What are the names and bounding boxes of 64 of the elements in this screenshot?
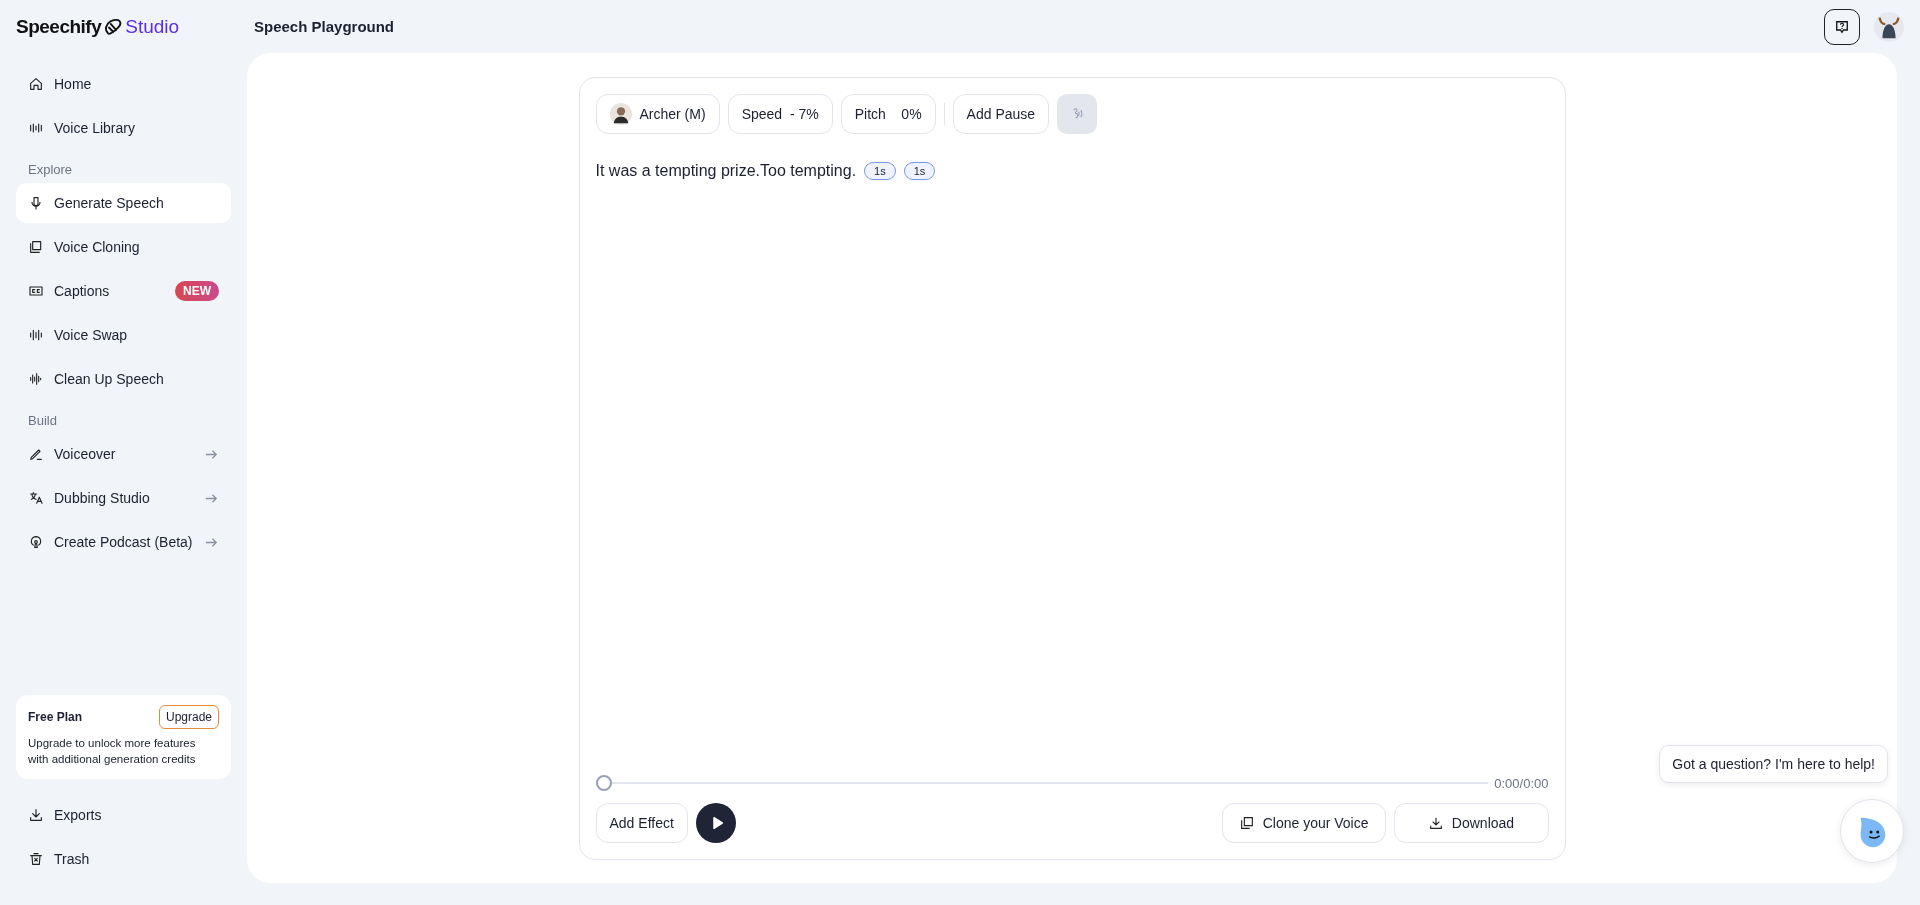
nav-label: Home	[54, 76, 92, 92]
download-icon	[1427, 815, 1444, 831]
nav-label: Captions	[54, 283, 110, 299]
nav-item[interactable]: Captions NEW	[16, 271, 231, 311]
help-button[interactable]	[1824, 8, 1860, 45]
nav-label: Voice Cloning	[54, 239, 140, 255]
nav-item[interactable]: Trash	[16, 839, 231, 879]
nav-item[interactable]: Create Podcast (Beta)	[16, 522, 231, 562]
progress-thumb[interactable]	[595, 775, 612, 791]
plan-description: Upgrade to unlock more features with additional generation credits	[28, 736, 197, 767]
nav-label: Clean Up Speech	[54, 371, 164, 387]
help-bubble: Got a question? I'm here to help!	[1659, 745, 1888, 783]
nav-label: Voice Library	[54, 120, 135, 136]
section-heading: Build	[27, 412, 58, 430]
voice-button[interactable]: Archer (M)	[595, 94, 720, 134]
profile-avatar[interactable]	[1874, 11, 1904, 42]
nav-item[interactable]: Generate Speech	[16, 183, 231, 223]
nav-item[interactable]: Voice Library	[16, 108, 231, 148]
nav-item[interactable]: Voice Cloning	[16, 227, 231, 267]
nav-label: Voice Swap	[54, 327, 128, 343]
pitch-button[interactable]: Pitch 0%	[840, 94, 936, 134]
copy-icon	[1238, 815, 1255, 831]
nav-icon	[28, 239, 44, 255]
section-heading: Explore	[27, 161, 74, 179]
nav-icon	[28, 490, 44, 506]
add-pause-button[interactable]: Add Pause	[952, 94, 1050, 134]
time-readout: 0:00/0:00	[1494, 775, 1549, 791]
nav-icon	[28, 807, 44, 823]
clone-voice-button[interactable]: Clone your Voice	[1221, 803, 1386, 843]
nav-icon	[28, 283, 44, 299]
nav-label: Dubbing Studio	[54, 490, 150, 506]
script-text: It was a tempting prize.Too tempting.	[595, 162, 857, 180]
nav-item[interactable]: Dubbing Studio	[16, 478, 231, 518]
add-effect-button[interactable]: Add Effect	[595, 803, 688, 843]
nav-icon	[28, 446, 44, 462]
brand-name: Speechify	[16, 15, 102, 38]
nav-icon	[28, 76, 44, 92]
download-button[interactable]: Download	[1393, 803, 1549, 843]
nav-label: Exports	[54, 807, 102, 823]
nav-item[interactable]: Home	[16, 64, 231, 104]
product-name: Studio	[125, 15, 180, 38]
nav-item[interactable]: Clean Up Speech	[16, 359, 231, 399]
nav-icon	[28, 371, 44, 387]
nav-label: Generate Speech	[54, 195, 164, 211]
page-title: Speech Playground	[254, 18, 395, 35]
nav-item[interactable]: Voiceover	[16, 434, 231, 474]
speed-button[interactable]: Speed - 7%	[727, 94, 833, 134]
nav-item[interactable]: Voice Swap	[16, 315, 231, 355]
nav-label: Voiceover	[54, 446, 116, 462]
pause-tag[interactable]: 1s	[903, 162, 936, 180]
pause-tag[interactable]: 1s	[864, 162, 896, 180]
nav-item[interactable]: Exports	[16, 795, 231, 835]
nav-icon	[28, 195, 44, 211]
voice-avatar	[609, 103, 632, 125]
upgrade-button[interactable]: Upgrade	[158, 705, 219, 729]
nav-icon	[28, 534, 44, 550]
play-button[interactable]	[695, 803, 736, 843]
nav-icon	[28, 327, 44, 343]
plan-title: Free Plan	[28, 710, 83, 724]
nav-label: Create Podcast (Beta)	[54, 534, 193, 550]
nav-icon	[28, 120, 44, 136]
nav-icon	[28, 851, 44, 867]
nav-label: Trash	[54, 851, 90, 867]
new-badge: NEW	[175, 281, 219, 301]
